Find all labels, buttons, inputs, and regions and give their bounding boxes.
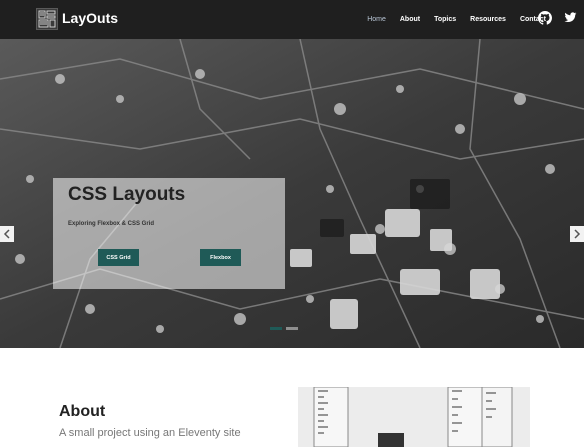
twitter-icon[interactable]	[564, 11, 578, 25]
nav-item-topics[interactable]: Topics	[434, 16, 456, 23]
carousel-indicators	[270, 327, 298, 330]
css-grid-button[interactable]: CSS Grid	[98, 249, 139, 266]
flexbox-button[interactable]: Flexbox	[200, 249, 241, 266]
brand-name[interactable]: LayOuts	[62, 10, 118, 26]
nav-item-resources[interactable]: Resources	[470, 16, 506, 23]
about-image	[298, 387, 530, 447]
carousel-indicator-1[interactable]	[270, 327, 282, 330]
hero-title: CSS Layouts	[68, 184, 186, 205]
github-icon[interactable]	[538, 11, 552, 25]
hero-caption: CSS Layouts Exploring Flexbox & CSS Grid…	[53, 178, 285, 289]
chevron-left-icon	[3, 229, 10, 239]
carousel-next-button[interactable]	[570, 226, 584, 242]
carousel-prev-button[interactable]	[0, 226, 14, 242]
brand-logo[interactable]	[36, 8, 58, 30]
carousel-indicator-2[interactable]	[286, 327, 298, 330]
main-nav: Home About Topics Resources Contact	[353, 0, 546, 39]
hero-carousel: CSS Layouts Exploring Flexbox & CSS Grid…	[0, 39, 584, 348]
nav-item-about[interactable]: About	[400, 16, 420, 23]
hero-subtitle: Exploring Flexbox & CSS Grid	[68, 221, 155, 227]
about-heading: About	[59, 403, 106, 420]
nav-item-home[interactable]: Home	[367, 16, 386, 23]
chevron-right-icon	[574, 229, 581, 239]
navbar: LayOuts Home About Topics Resources Cont…	[0, 0, 584, 39]
about-text: A small project using an Eleventy site	[59, 427, 241, 439]
